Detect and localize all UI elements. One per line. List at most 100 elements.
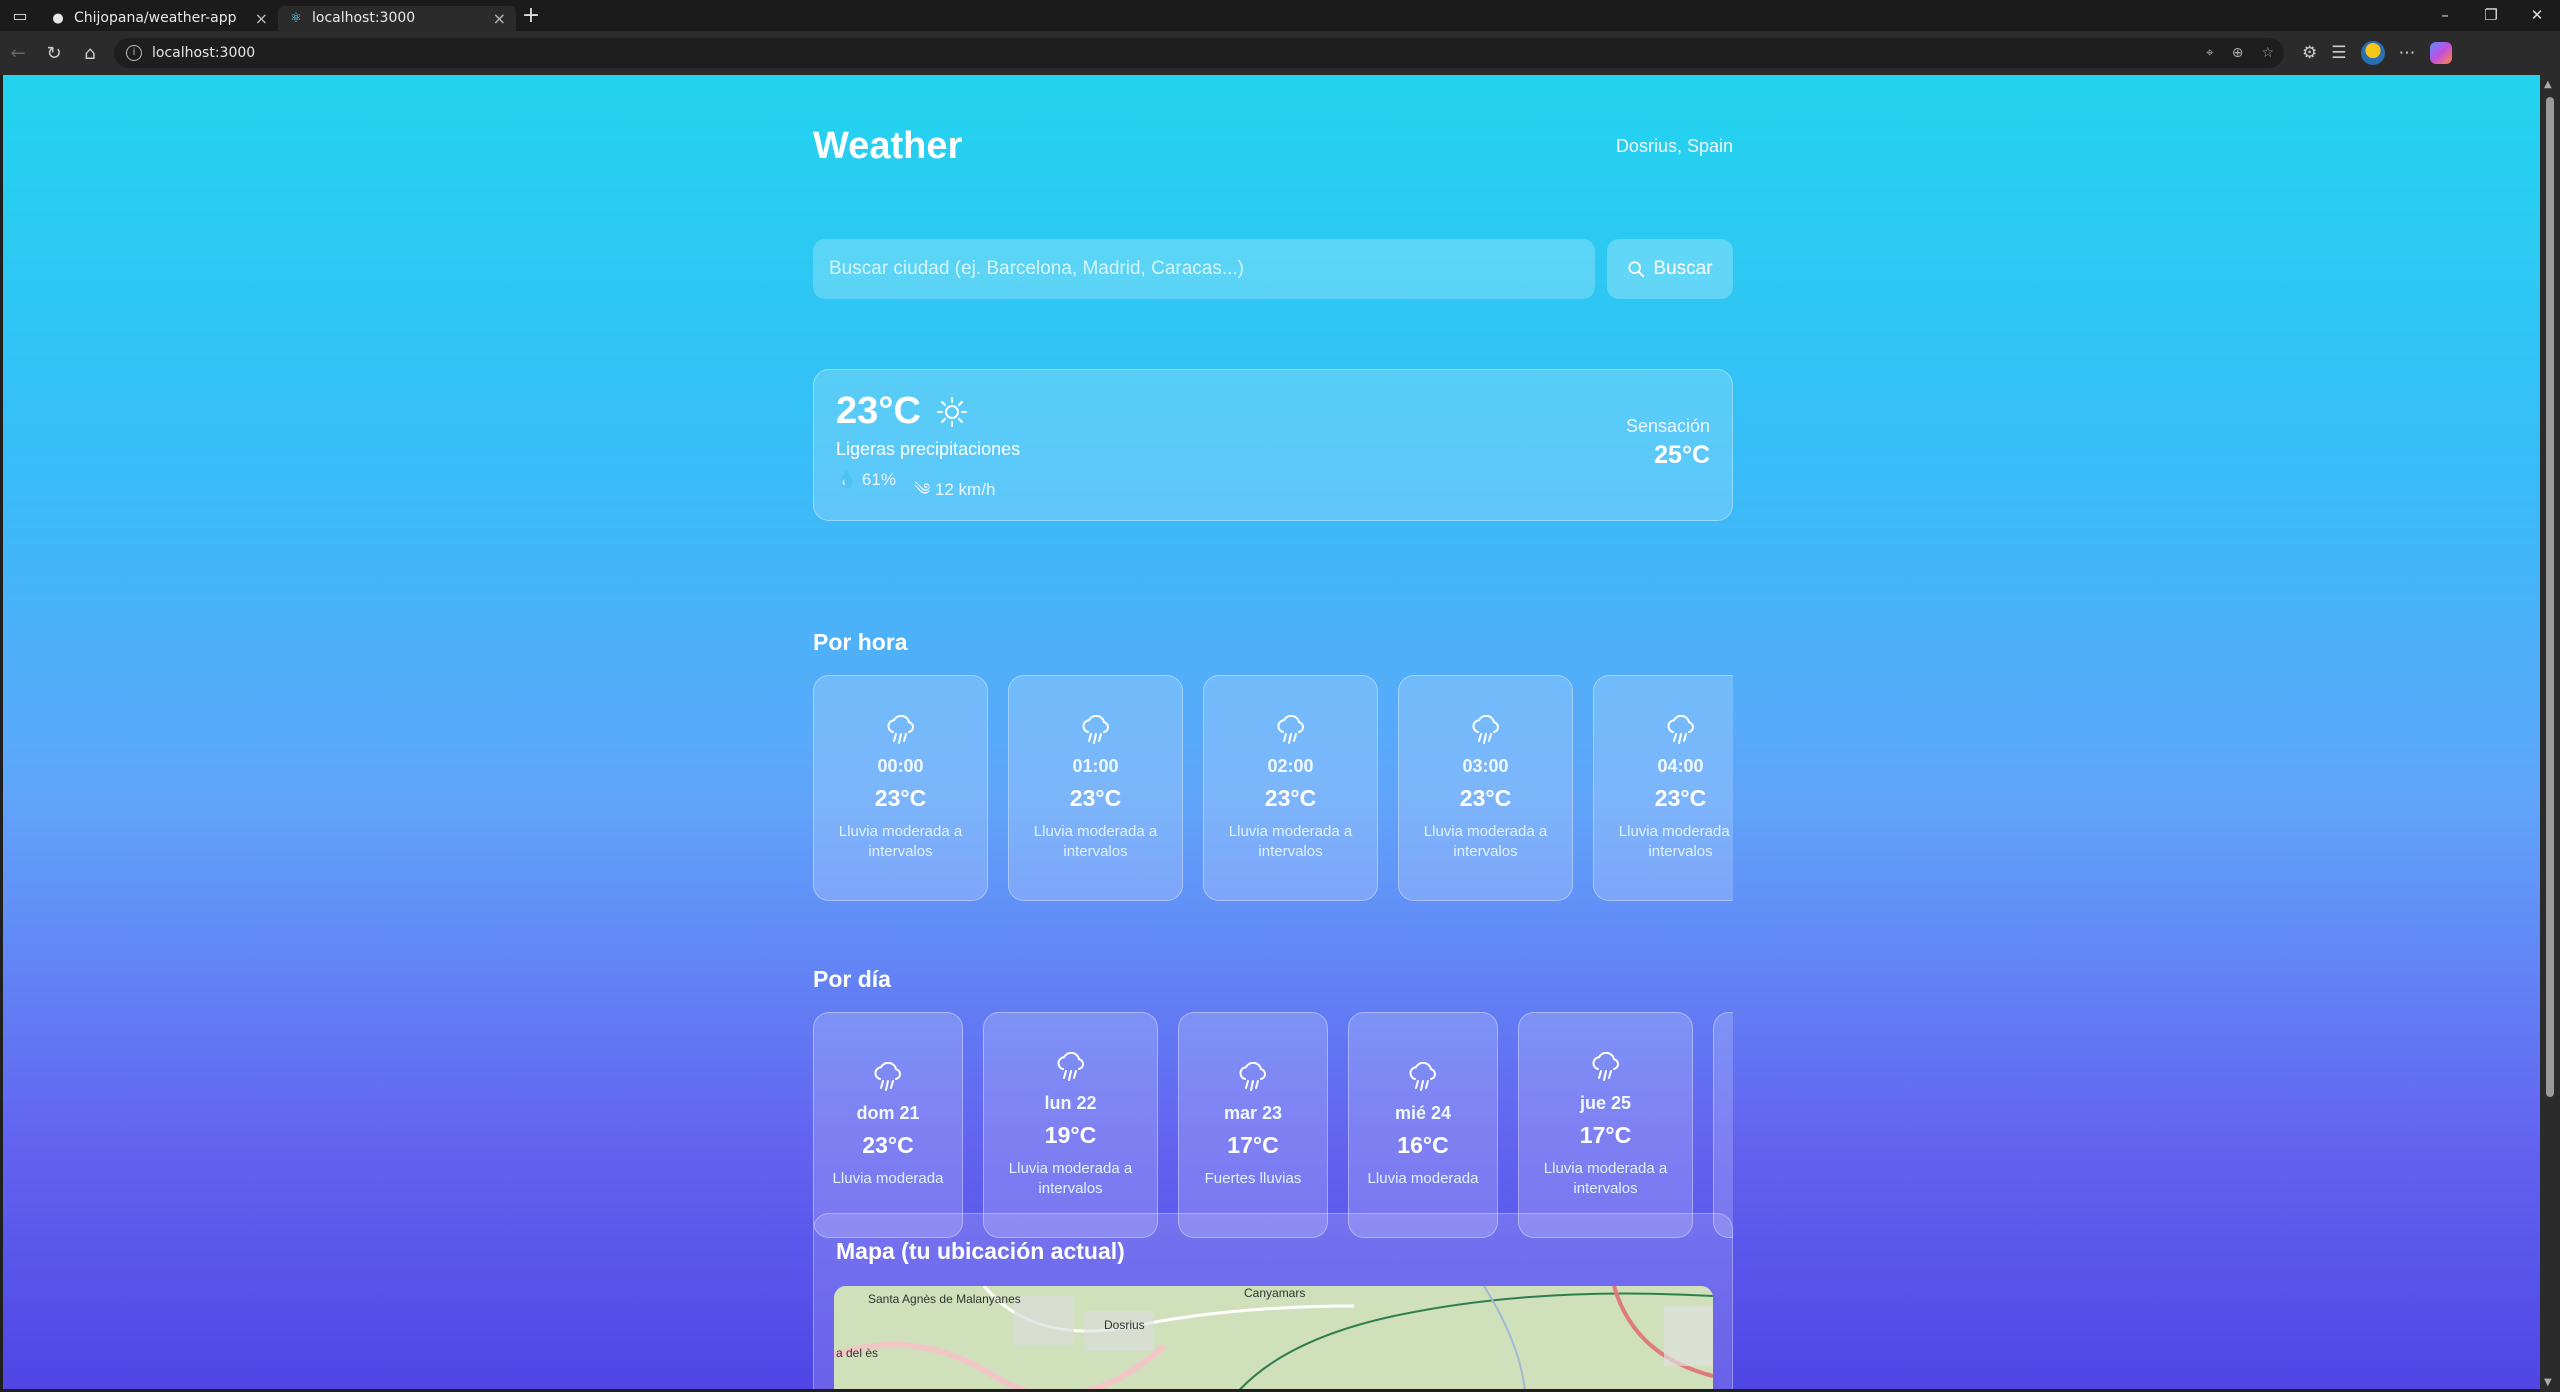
current-weather-card: 23°C Ligeras precipitaciones 💧 61% ༄ 12 …	[813, 369, 1733, 521]
browser-tab-bar: ▭ ● Chijopana/weather-app × ⚛ localhost:…	[0, 0, 2560, 31]
hourly-card[interactable]: 02:00 23°C Lluvia moderada a intervalos	[1203, 675, 1378, 901]
location-map[interactable]: Santa Agnès de Malanyanes Dosrius Canyam…	[834, 1286, 1713, 1389]
github-icon: ●	[52, 10, 64, 26]
map-label: Santa Agnès de Malanyanes	[868, 1292, 1021, 1306]
daily-card[interactable]: mar 23 17°C Fuertes lluvias	[1178, 1012, 1328, 1238]
search-button-label: Buscar	[1653, 258, 1713, 279]
daily-card[interactable]: lun 22 19°C Lluvia moderada a intervalos	[983, 1012, 1158, 1238]
rain-cloud-icon	[1054, 1051, 1088, 1087]
search-icon	[1628, 261, 1645, 278]
minimize-icon[interactable]: –	[2422, 0, 2468, 31]
search-button[interactable]: Buscar	[1607, 239, 1733, 299]
favorites-icon[interactable]: ☰	[2331, 43, 2346, 63]
location-label: Dosrius, Spain	[1615, 136, 1733, 156]
map-label: Dosrius	[1104, 1318, 1145, 1332]
search-input[interactable]	[813, 239, 1595, 299]
hourly-card-description: Lluvia moderada a intervalos	[1618, 822, 1733, 860]
wind-icon: ༄	[913, 480, 931, 499]
back-icon[interactable]: ←	[0, 43, 36, 64]
daily-card-description: Lluvia moderada a intervalos	[1543, 1159, 1668, 1197]
hourly-card[interactable]: 04:00 23°C Lluvia moderada a intervalos	[1593, 675, 1733, 901]
reload-icon[interactable]: ↻	[36, 43, 72, 64]
hourly-card-description: Lluvia moderada a intervalos	[1228, 822, 1353, 860]
daily-card-label: lun 22	[1044, 1092, 1097, 1113]
daily-card-description: Fuertes lluvias	[1204, 1169, 1302, 1187]
hourly-card-label: 01:00	[1072, 755, 1119, 776]
daily-card[interactable]: jue 25 17°C Lluvia moderada a intervalos	[1518, 1012, 1693, 1238]
location-icon[interactable]: ⌖	[2206, 45, 2214, 61]
app-header: Weather Dosrius, Spain	[813, 125, 1733, 168]
more-icon[interactable]: ⋯	[2399, 43, 2416, 63]
hourly-card[interactable]: 00:00 23°C Lluvia moderada a intervalos	[813, 675, 988, 901]
daily-card-label: mar 23	[1223, 1102, 1283, 1123]
search-bar: Buscar	[813, 239, 1733, 299]
hourly-forecast-row[interactable]: 00:00 23°C Lluvia moderada a intervalos 01:…	[813, 675, 1733, 901]
extensions-icon[interactable]: ⚙	[2302, 43, 2317, 63]
hourly-title: Por hora	[813, 629, 908, 655]
map-label: Canyamars	[1244, 1286, 1306, 1300]
humidity-value: 61%	[861, 470, 896, 489]
rain-cloud-icon	[1406, 1061, 1440, 1097]
rain-cloud-icon	[1079, 714, 1113, 750]
close-icon[interactable]: ×	[255, 9, 268, 28]
star-icon[interactable]: ☆	[2261, 45, 2274, 61]
page-scrollbar[interactable]: ▲ ▼	[2540, 75, 2560, 1392]
daily-card-temp: 23°C	[862, 1131, 914, 1158]
hourly-card-label: 04:00	[1657, 755, 1704, 776]
daily-title: Por día	[813, 966, 891, 992]
hourly-card-description: Lluvia moderada a intervalos	[1033, 822, 1158, 860]
hourly-card[interactable]: 03:00 23°C Lluvia moderada a intervalos	[1398, 675, 1573, 901]
copilot-icon[interactable]	[2429, 42, 2452, 64]
daily-card-temp: 16°C	[1397, 1131, 1449, 1158]
hourly-card-label: 00:00	[877, 755, 924, 776]
url-text: localhost:3000	[152, 45, 256, 61]
daily-card-temp: 17°C	[1227, 1131, 1279, 1158]
daily-card-description: Lluvia moderada	[1367, 1169, 1479, 1187]
map-card: Mapa (tu ubicación actual) Santa Agnès d…	[813, 1213, 1733, 1389]
daily-forecast-row[interactable]: dom 21 23°C Lluvia moderada lun 22 19°C Lluvi…	[813, 1012, 1733, 1238]
daily-card[interactable]: mié 24 16°C Lluvia moderada	[1348, 1012, 1498, 1238]
tab-actions-icon[interactable]: ▭	[0, 0, 40, 31]
avatar[interactable]	[2360, 41, 2385, 65]
hourly-card-label: 02:00	[1267, 755, 1314, 776]
browser-tab-github[interactable]: ● Chijopana/weather-app ×	[40, 5, 278, 31]
scroll-thumb[interactable]	[2546, 97, 2554, 1097]
restore-icon[interactable]: ❐	[2468, 0, 2514, 31]
address-bar[interactable]: i localhost:3000 ⌖ ⊕ ☆	[114, 38, 2284, 68]
tab-title: localhost:3000	[312, 10, 416, 26]
zoom-icon[interactable]: ⊕	[2232, 45, 2244, 61]
daily-card-label: dom 21	[856, 1102, 920, 1123]
rain-cloud-icon	[871, 1061, 905, 1097]
daily-card-temp: 17°C	[1579, 1121, 1632, 1148]
daily-card-label: mié 24	[1394, 1102, 1452, 1123]
close-window-icon[interactable]: ✕	[2514, 0, 2560, 31]
daily-card-temp: 19°C	[1044, 1121, 1097, 1148]
browser-tab-localhost[interactable]: ⚛ localhost:3000 ×	[278, 5, 516, 31]
hourly-card-description: Lluvia moderada a intervalos	[1423, 822, 1548, 860]
hourly-card-label: 03:00	[1462, 755, 1509, 776]
rain-cloud-icon	[1589, 1051, 1623, 1087]
feels-label: Sensación	[1625, 416, 1710, 436]
map-label: a del ès	[836, 1346, 879, 1360]
rain-cloud-icon	[1236, 1061, 1270, 1097]
home-icon[interactable]: ⌂	[72, 43, 108, 64]
feels-value: 25°C	[1654, 441, 1710, 469]
hourly-card-temp: 23°C	[1069, 784, 1122, 811]
scroll-up-icon[interactable]: ▲	[2544, 79, 2552, 90]
hourly-card-temp: 23°C	[874, 784, 927, 811]
close-icon[interactable]: ×	[493, 9, 506, 28]
daily-card[interactable]: dom 21 23°C Lluvia moderada	[813, 1012, 963, 1238]
current-temp: 23°C	[836, 390, 921, 432]
hourly-card[interactable]: 01:00 23°C Lluvia moderada a intervalos	[1008, 675, 1183, 901]
scroll-down-icon[interactable]: ▼	[2544, 1377, 2552, 1388]
page-title: Weather	[813, 125, 963, 167]
info-icon[interactable]: i	[126, 45, 142, 61]
react-icon: ⚛	[290, 10, 302, 26]
window-controls: – ❐ ✕	[2422, 0, 2560, 31]
droplet-icon: 💧	[836, 470, 858, 489]
rain-cloud-icon	[1274, 714, 1308, 750]
rain-cloud-icon	[884, 714, 918, 750]
daily-card-label: jue 25	[1579, 1092, 1632, 1113]
daily-card-partial[interactable]	[1713, 1012, 1733, 1238]
new-tab-button[interactable]: +	[516, 3, 546, 28]
